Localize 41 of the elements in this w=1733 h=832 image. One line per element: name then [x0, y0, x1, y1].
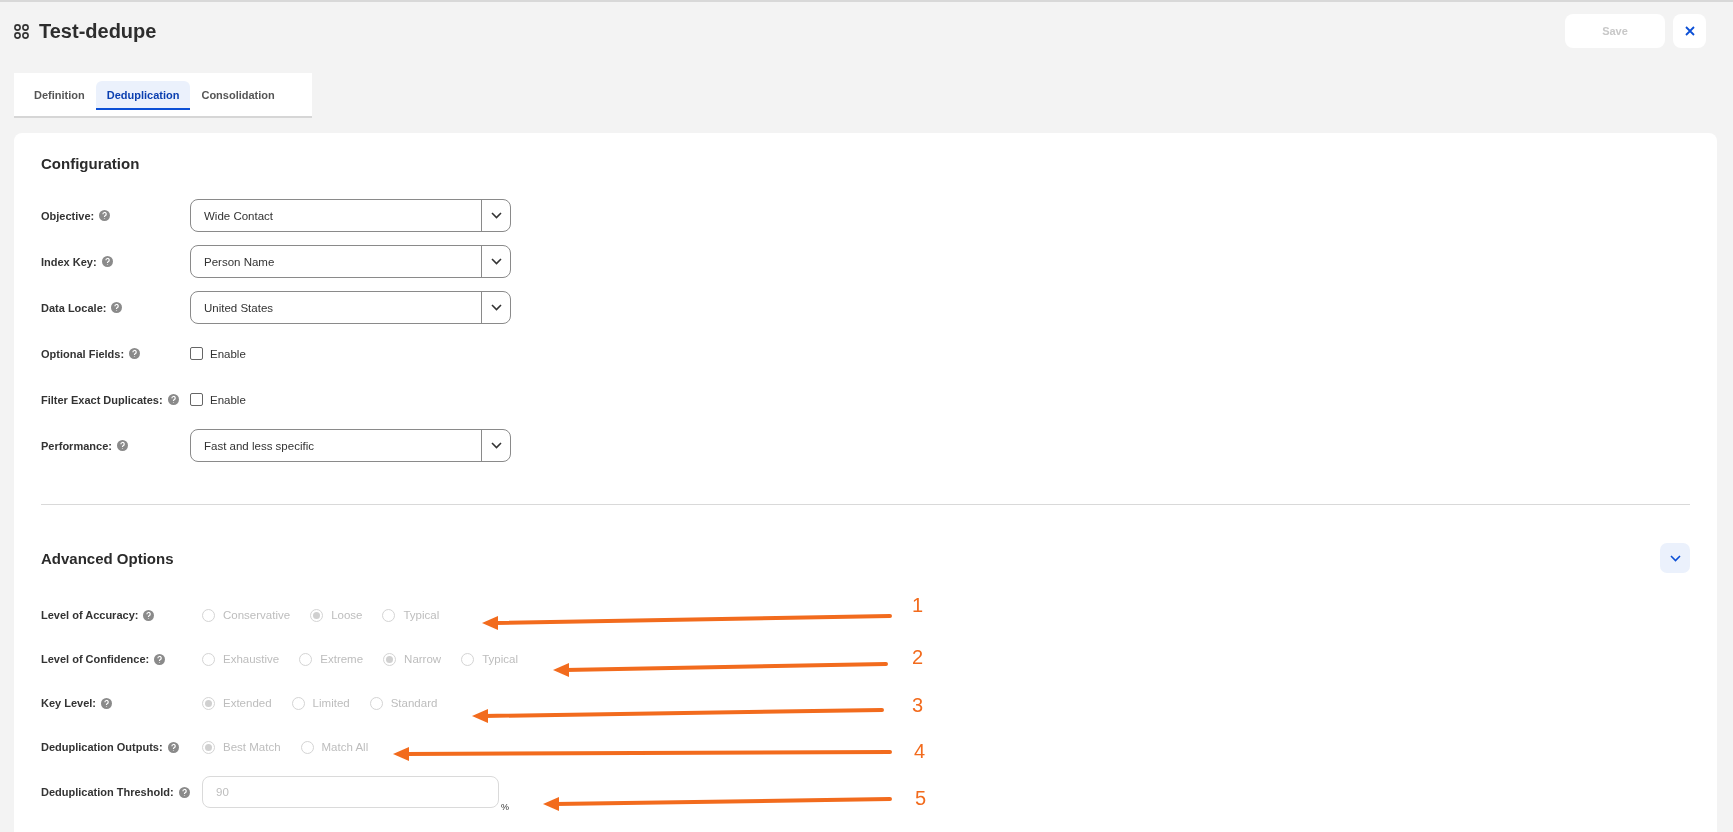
field-label: Deduplication Threshold: [41, 786, 174, 798]
section-title: Configuration [41, 155, 141, 172]
dropdown[interactable]: United States [190, 291, 511, 324]
radio-label: Loose [331, 609, 363, 621]
field-label: Key Level: [41, 697, 97, 709]
field-label: Level of Confidence: [41, 653, 150, 665]
tab[interactable]: Deduplication [95, 81, 191, 110]
page-title: Test-dedupe [39, 19, 157, 43]
radio-label: Extreme [320, 653, 364, 665]
field-label: Index Key: [41, 255, 97, 268]
annotation-number: 2 [912, 646, 924, 669]
radio-label: Limited [312, 697, 350, 709]
annotation-number: 5 [915, 787, 927, 810]
radio-label: Standard [390, 697, 438, 709]
field-label: Performance: [41, 439, 112, 452]
checkbox-label: Enable [210, 393, 246, 406]
tab[interactable]: Consolidation [190, 81, 286, 110]
dropdown[interactable]: Person Name [190, 245, 511, 278]
dropdown[interactable]: Fast and less specific [190, 429, 511, 462]
radio-label: Match All [321, 741, 369, 753]
field-label: Optional Fields: [41, 347, 125, 360]
annotation-number: 4 [914, 740, 926, 763]
radio-label: Exhaustive [223, 653, 280, 665]
annotation-number: 1 [912, 594, 924, 617]
dropdown[interactable]: Wide Contact [190, 199, 511, 232]
percent-unit: % [501, 802, 509, 812]
field-label: Objective: [41, 209, 95, 222]
radio-label: Typical [482, 653, 518, 665]
radio-label: Conservative [223, 609, 291, 621]
annotation-number: 3 [912, 694, 924, 717]
section-title: Advanced Options [41, 549, 174, 567]
radio-label: Narrow [404, 653, 442, 665]
radio-label: Best Match [223, 741, 281, 753]
tab[interactable]: Definition [23, 81, 96, 110]
field-label: Data Locale: [41, 301, 107, 314]
radio-label: Extended [223, 697, 272, 709]
field-label: Level of Accuracy: [41, 609, 139, 621]
field-label: Deduplication Outputs: [41, 741, 163, 753]
radio-label: Typical [403, 609, 440, 621]
field-label: Filter Exact Duplicates: [41, 393, 163, 406]
checkbox-label: Enable [210, 347, 246, 360]
